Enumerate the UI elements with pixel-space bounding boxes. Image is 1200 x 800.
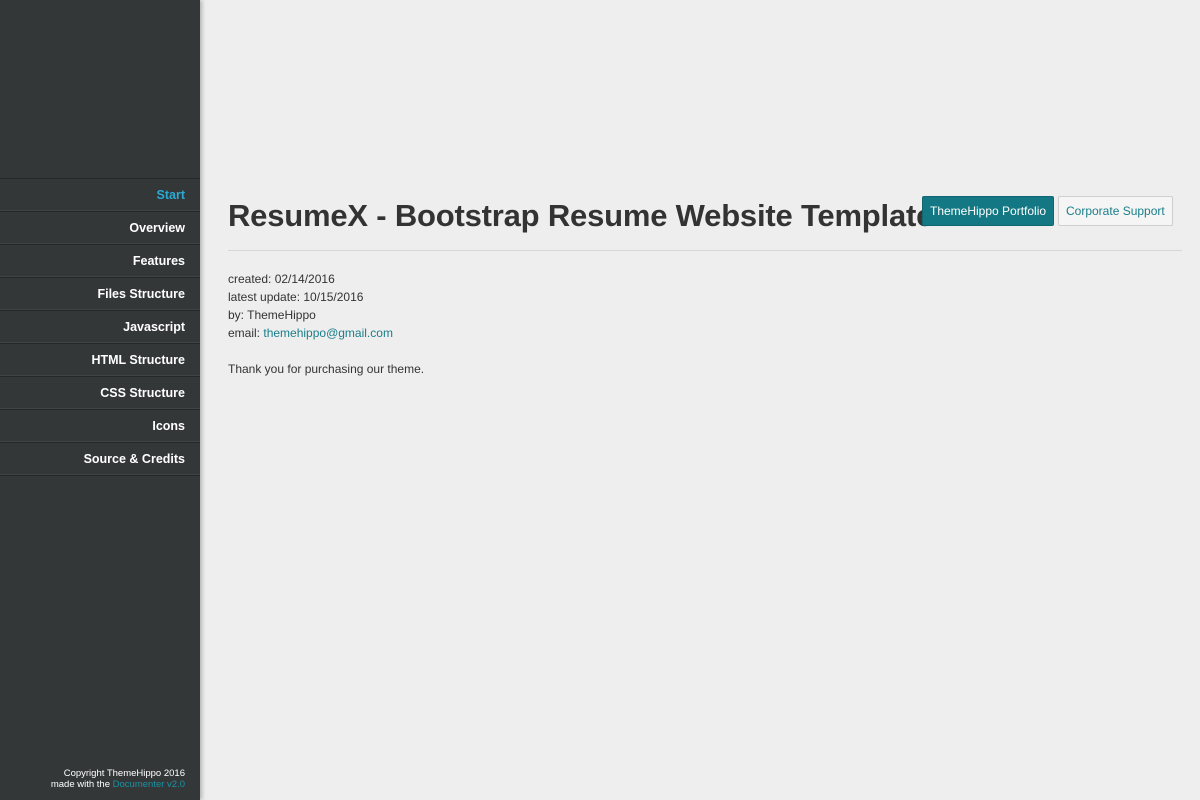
themehippo-portfolio-button[interactable]: ThemeHippo Portfolio xyxy=(922,196,1055,226)
header-divider xyxy=(228,250,1182,251)
sidebar-item-css-structure[interactable]: CSS Structure xyxy=(0,376,200,409)
sidebar-item-start[interactable]: Start xyxy=(0,178,200,211)
sidebar: Start Overview Features Files Structure … xyxy=(0,0,200,800)
sidebar-item-overview[interactable]: Overview xyxy=(0,211,200,244)
sidebar-nav-divider xyxy=(0,475,200,476)
corporate-support-button[interactable]: Corporate Support xyxy=(1058,196,1173,226)
page-header: ResumeX - Bootstrap Resume Website Templ… xyxy=(228,196,1182,236)
author-line: by: ThemeHippo xyxy=(228,308,316,322)
page-title: ResumeX - Bootstrap Resume Website Templ… xyxy=(228,198,934,233)
sidebar-item-html-structure[interactable]: HTML Structure xyxy=(0,343,200,376)
meta-info: created: 02/14/2016 latest update: 10/15… xyxy=(228,270,424,378)
email-line: email: themehippo@gmail.com xyxy=(228,324,424,342)
sidebar-item-icons[interactable]: Icons xyxy=(0,409,200,442)
copyright-text: Copyright ThemeHippo 2016 xyxy=(63,768,185,779)
email-link[interactable]: themehippo@gmail.com xyxy=(263,326,393,340)
email-label: email: xyxy=(228,326,261,340)
sidebar-item-source-credits[interactable]: Source & Credits xyxy=(0,442,200,475)
created-date: created: 02/14/2016 xyxy=(228,272,335,286)
thank-you-text: Thank you for purchasing our theme. xyxy=(228,362,425,376)
latest-update-date: latest update: 10/15/2016 xyxy=(228,290,364,304)
sidebar-item-javascript[interactable]: Javascript xyxy=(0,310,200,343)
sidebar-item-features[interactable]: Features xyxy=(0,244,200,277)
made-with-text: made with the xyxy=(50,779,111,790)
sidebar-item-files-structure[interactable]: Files Structure xyxy=(0,277,200,310)
documenter-link[interactable]: Documenter v2.0 xyxy=(113,779,185,790)
sidebar-footer: Copyright ThemeHippo 2016 made with the … xyxy=(51,768,185,790)
sidebar-nav: Start Overview Features Files Structure … xyxy=(0,178,200,476)
made-with-line: made with the Documenter v2.0 xyxy=(51,779,185,790)
